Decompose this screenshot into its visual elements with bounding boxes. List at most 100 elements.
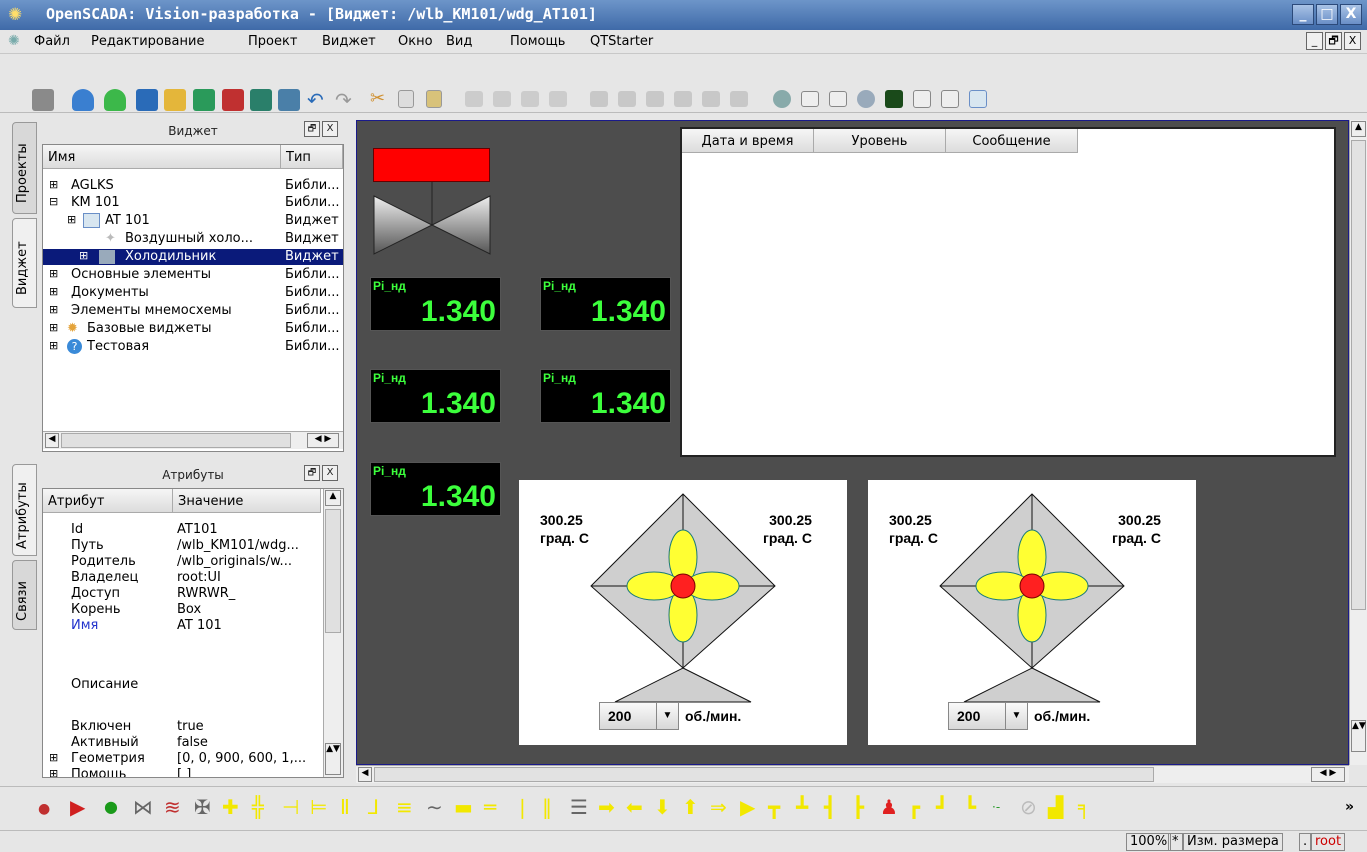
menu-file[interactable]: Файл <box>34 34 70 49</box>
cross-icon[interactable]: ✠ <box>194 797 211 817</box>
lines-icon[interactable]: ☰ <box>570 797 588 817</box>
arrow-down-icon[interactable]: ⬇ <box>654 797 671 817</box>
tee-up-icon[interactable]: ┻ <box>796 797 808 817</box>
tab-attributes[interactable]: Атрибуты <box>12 464 37 556</box>
speed-select[interactable]: 200 ▼ <box>599 702 679 730</box>
indicator-pi-5[interactable]: Pi_нд 1.340 <box>370 462 501 516</box>
level-down-icon[interactable] <box>549 91 567 107</box>
widget-edit-icon[interactable] <box>278 89 300 111</box>
undo-icon[interactable]: ↶ <box>307 88 324 112</box>
wave-icon[interactable]: ∼ <box>426 797 443 817</box>
play-icon[interactable]: ▶ <box>70 797 85 817</box>
menu-edit[interactable]: Редактирование <box>91 34 204 49</box>
align-bottom2-icon[interactable] <box>730 91 748 107</box>
attr-row[interactable]: ⊞ Помощь[ ] <box>43 767 323 777</box>
menu-view[interactable]: Вид <box>446 34 472 49</box>
indicator-pi-4[interactable]: Pi_нд 1.340 <box>540 369 671 423</box>
formel-icon[interactable] <box>801 91 819 107</box>
more-icon[interactable]: » <box>1345 799 1354 815</box>
tree-row[interactable]: ⊞ Документы Библи... <box>43 285 343 301</box>
tee-right-icon[interactable]: ┣ <box>852 797 864 817</box>
indicator-pi-1[interactable]: Pi_нд 1.340 <box>370 277 501 331</box>
col-message[interactable]: Сообщение <box>946 129 1078 153</box>
col-value[interactable]: Значение <box>173 489 321 513</box>
green-dot-icon[interactable]: ● <box>104 797 118 817</box>
align-top-icon[interactable] <box>590 91 608 107</box>
status-zoom[interactable]: 100% <box>1126 833 1172 851</box>
arrow-up-icon[interactable]: ⬆ <box>682 797 699 817</box>
col-level[interactable]: Уровень <box>814 129 946 153</box>
minimize-button[interactable]: _ <box>1292 4 1314 25</box>
tee-down-icon[interactable]: ┳ <box>768 797 780 817</box>
tab-widget[interactable]: Виджет <box>12 218 37 308</box>
paste-icon[interactable] <box>426 90 442 108</box>
attr-dock-close-button[interactable]: X <box>322 465 338 481</box>
tree-row[interactable]: ⊟ KM 101 Библи... <box>43 195 343 211</box>
indicator-pi-2[interactable]: Pi_нд 1.340 <box>540 277 671 331</box>
pipe-v2-icon[interactable]: ‖ <box>542 797 552 817</box>
menu-help[interactable]: Помощь <box>510 34 565 49</box>
attr-row[interactable]: Активный false <box>43 735 323 751</box>
scroll-left-button[interactable]: ◀ <box>45 433 59 448</box>
speed-select[interactable]: 200 ▼ <box>948 702 1028 730</box>
pipe-v-icon[interactable]: ❘ <box>514 797 531 817</box>
fan-panel-1[interactable]: 300.25 град. С 300.25 град. С 200 ▼ об./мин… <box>519 480 847 745</box>
attr-row[interactable]: Описание <box>43 677 323 693</box>
mdi-close-button[interactable]: X <box>1344 32 1361 50</box>
cut-icon[interactable]: ✂ <box>370 88 385 109</box>
pipe-end-icon[interactable]: ⊣ <box>282 797 299 817</box>
corner-br-icon[interactable]: ▟ <box>1048 797 1063 817</box>
widget-delete-icon[interactable] <box>222 89 244 111</box>
circle-slash-icon[interactable]: ⊘ <box>1020 797 1037 817</box>
tab-projects[interactable]: Проекты <box>12 122 37 214</box>
valve-icon[interactable] <box>373 182 491 268</box>
attr-row[interactable]: Владелец root:UI <box>43 570 323 586</box>
corner-tl-icon[interactable]: ┏ <box>908 797 920 817</box>
align-hcenter-icon[interactable] <box>674 91 692 107</box>
col-name[interactable]: Имя <box>43 145 281 169</box>
attr-row[interactable]: Имя AT 101 <box>43 618 323 634</box>
fan-panel-2[interactable]: 300.25 град. С 300.25 град. С 200 ▼ об./мин… <box>868 480 1196 745</box>
box-icon[interactable] <box>969 90 987 108</box>
canvas-hscrollbar[interactable]: ◀ ◀ ▶ <box>356 765 1349 783</box>
attr-row[interactable]: Включен true <box>43 719 323 735</box>
tee-plus-icon[interactable]: ✚ <box>222 797 239 817</box>
design-canvas[interactable]: Pi_нд 1.340 Pi_нд 1.340 Pi_нд 1.340 Pi_нд 1.… <box>356 120 1349 765</box>
flow-icon[interactable]: ≋ <box>164 797 181 817</box>
tree-row[interactable]: ⊞ ✹ Базовые виджеты Библи... <box>43 321 343 337</box>
grid-icon[interactable]: ╬ <box>252 797 264 817</box>
elfigure-icon[interactable] <box>773 90 791 108</box>
db-load-icon[interactable] <box>32 89 54 111</box>
corner-tr-icon[interactable]: ┛ <box>936 797 948 817</box>
attr-row[interactable]: Id AT101 <box>43 522 323 538</box>
status-mode[interactable]: Изм. размера <box>1183 833 1283 851</box>
tree-row[interactable]: ⊞? Тестовая Библи... <box>43 339 343 355</box>
menu-qtstarter[interactable]: QTStarter <box>590 34 653 49</box>
corner-bl-icon[interactable]: ┗ <box>964 797 976 817</box>
app-icon[interactable]: ✺ <box>8 5 30 25</box>
pipe-split-icon[interactable]: ⊨ <box>310 797 327 817</box>
pipe-y-icon[interactable]: Ⅱ <box>340 797 350 817</box>
menu-project[interactable]: Проект <box>248 34 297 49</box>
scroll-thumb[interactable] <box>1351 140 1366 610</box>
tree-row[interactable]: ⊞ Основные элементы Библи... <box>43 267 343 283</box>
align-vcenter-icon[interactable] <box>618 91 636 107</box>
connector-icon[interactable]: ⋈ <box>133 797 153 817</box>
valve-actuator[interactable] <box>373 148 490 182</box>
tree-row[interactable]: ⊞ Элементы мнемосхемы Библи... <box>43 303 343 319</box>
app-menu-icon[interactable]: ✺ <box>8 33 20 49</box>
document-icon[interactable] <box>941 90 959 108</box>
attr-row[interactable]: Корень Box <box>43 602 323 618</box>
widget-props-icon[interactable] <box>250 89 272 111</box>
col-attribute[interactable]: Атрибут <box>43 489 173 513</box>
record-icon[interactable]: ● <box>38 799 50 819</box>
menu-window[interactable]: Окно <box>398 34 433 49</box>
menu-widget[interactable]: Виджет <box>322 34 376 49</box>
dot-line-icon[interactable]: ⋅- <box>992 797 1000 817</box>
widget-dock-float-button[interactable]: 🗗 <box>304 121 320 137</box>
widget-add-icon[interactable] <box>193 89 215 111</box>
scroll-down-buttons[interactable]: ▲▼ <box>1351 720 1366 752</box>
alarm-protocol[interactable]: Дата и время Уровень Сообщение <box>680 127 1336 457</box>
scroll-down-buttons[interactable]: ▲▼ <box>325 743 341 775</box>
scroll-right-buttons[interactable]: ◀ ▶ <box>307 433 339 448</box>
